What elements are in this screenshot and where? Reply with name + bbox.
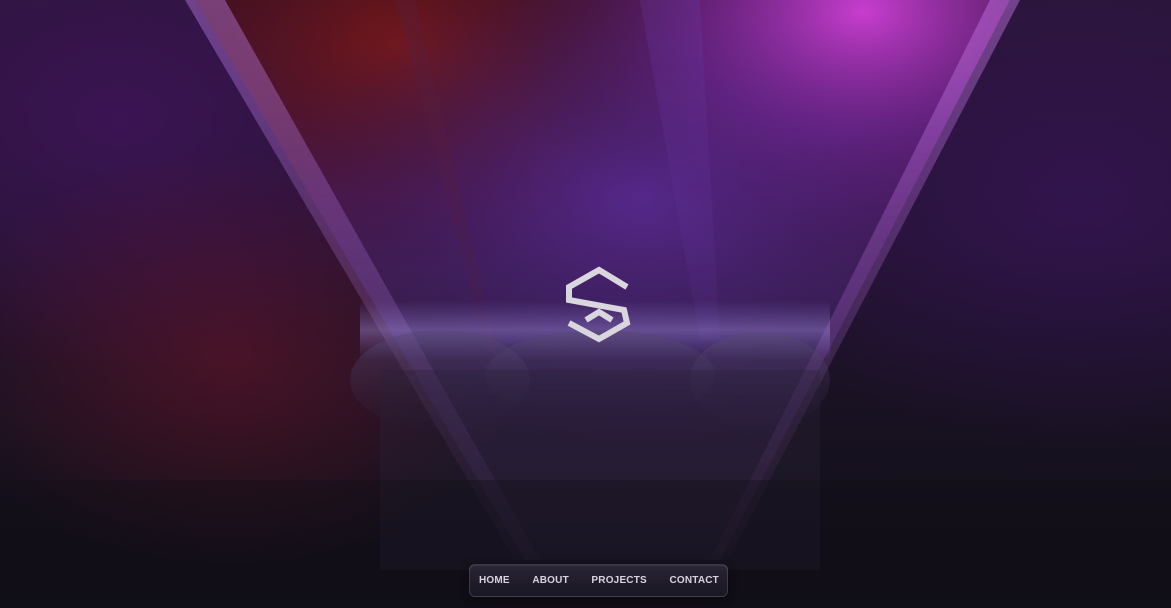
hexagon-s-logo-icon <box>566 266 631 343</box>
main-navigation-bar: HOME ABOUT PROJECTS CONTACT <box>469 564 728 597</box>
nav-home-link[interactable]: HOME <box>479 564 510 597</box>
nav-about-link[interactable]: ABOUT <box>532 564 569 597</box>
nav-contact-link[interactable]: CONTACT <box>669 564 719 597</box>
nav-projects-link[interactable]: PROJECTS <box>591 564 647 597</box>
hero-background: HOME ABOUT PROJECTS CONTACT <box>0 0 1171 608</box>
